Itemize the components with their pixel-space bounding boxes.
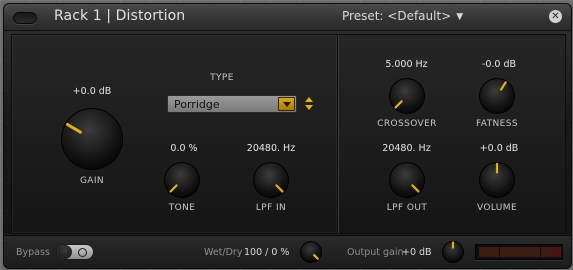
chevron-down-icon: ▼	[456, 12, 464, 22]
knob-body[interactable]	[62, 109, 122, 169]
lpf-out-knob[interactable]	[387, 160, 427, 200]
gain-value: +0.0 dB	[72, 86, 112, 97]
output-gain-label: Output gain	[347, 247, 404, 258]
type-dropdown[interactable]: Porridge	[167, 95, 297, 113]
type-label: TYPE	[210, 73, 234, 83]
lpf-out-value: 20480. Hz	[382, 143, 431, 154]
knob-body[interactable]	[480, 79, 514, 113]
rack-title: Rack 1 | Distortion	[54, 8, 186, 24]
fatness-value: -0.0 dB	[481, 59, 517, 70]
type-stepper[interactable]	[304, 97, 314, 111]
power-ring-icon	[78, 248, 87, 257]
fatness-label: FATNESS	[476, 119, 518, 129]
output-level-meter	[475, 244, 563, 260]
toggle-thumb[interactable]	[57, 245, 72, 259]
dropdown-arrow-icon[interactable]	[278, 97, 295, 111]
lpf-out-label: LPF OUT	[386, 203, 428, 213]
tone-knob[interactable]	[162, 160, 202, 200]
arrow-down-icon[interactable]	[305, 105, 313, 110]
crossover-knob[interactable]	[387, 76, 427, 116]
preset-label: Preset: <Default>	[342, 9, 452, 23]
type-selected-value: Porridge	[174, 98, 220, 111]
arrow-up-icon[interactable]	[305, 97, 313, 102]
plugin-window: Rack 1 | Distortion Preset: <Default> ▼ ✕…	[3, 3, 572, 269]
bypass-label: Bypass	[16, 247, 50, 258]
close-icon: ✕	[551, 11, 560, 22]
tone-label: TONE	[168, 203, 196, 213]
crossover-value: 5.000 Hz	[385, 59, 428, 70]
meter-segment	[558, 247, 561, 257]
wet-dry-label: Wet/Dry	[204, 247, 243, 258]
volume-label: VOLUME	[476, 203, 518, 213]
output-gain-knob[interactable]	[440, 239, 466, 265]
fatness-knob[interactable]	[477, 76, 517, 116]
bypass-toggle[interactable]	[56, 244, 94, 260]
lpf-in-knob[interactable]	[251, 160, 291, 200]
gain-label: GAIN	[79, 176, 105, 186]
preset-dropdown[interactable]: Preset: <Default> ▼	[342, 9, 463, 23]
crossover-label: CROSSOVER	[377, 119, 437, 129]
tone-value: 0.0 %	[170, 143, 198, 154]
plugin-body: +0.0 dB GAIN TYPE Porridge 0.0 % TONE 20…	[4, 31, 571, 234]
right-panel: 5.000 Hz CROSSOVER -0.0 dB FATNESS 20480…	[338, 34, 566, 234]
volume-value: +0.0 dB	[479, 143, 519, 154]
rack-power-toggle[interactable]	[13, 12, 37, 24]
lpf-in-value: 20480. Hz	[246, 143, 296, 154]
footer-bar: Bypass Wet/Dry 100 / 0 % Output gain +0 …	[4, 235, 571, 268]
close-button[interactable]: ✕	[549, 10, 562, 23]
lpf-in-label: LPF IN	[255, 203, 287, 213]
wet-dry-knob[interactable]	[298, 239, 324, 265]
gain-knob[interactable]	[59, 106, 125, 172]
title-bar: Rack 1 | Distortion Preset: <Default> ▼ ✕	[4, 4, 571, 31]
output-gain-value: +0 dB	[402, 247, 432, 258]
left-panel: +0.0 dB GAIN TYPE Porridge 0.0 % TONE 20…	[11, 34, 338, 234]
volume-knob[interactable]	[477, 160, 517, 200]
wet-dry-value: 100 / 0 %	[244, 247, 290, 258]
